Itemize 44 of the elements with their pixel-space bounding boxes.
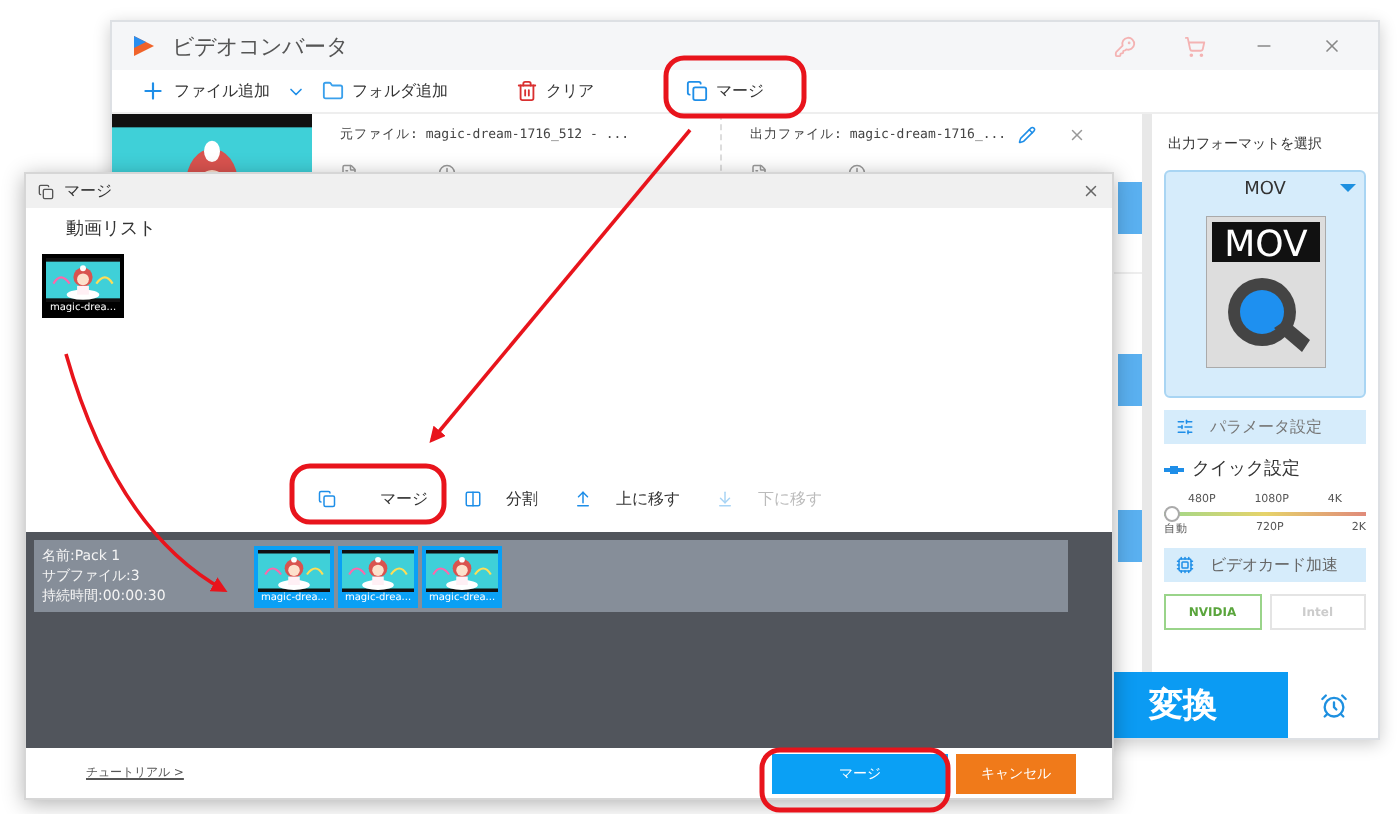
dropdown-caret-icon (1340, 184, 1356, 192)
key-icon (1114, 35, 1136, 57)
folder-icon (322, 80, 344, 102)
toolbar-button[interactable]: フォルダ追加 (314, 80, 456, 102)
action-button[interactable]: マージ (314, 482, 432, 516)
play-logo-icon (132, 34, 156, 58)
quality-slider[interactable] (1164, 506, 1366, 522)
action-button[interactable]: 分割 (460, 482, 542, 516)
slider-icon (1164, 465, 1184, 473)
highlight-ring (663, 55, 807, 119)
dialog-title: マージ (64, 180, 114, 202)
close-button[interactable] (1082, 182, 1100, 200)
format-icon-label: MOV (1223, 224, 1307, 266)
alarm-button[interactable] (1288, 672, 1378, 738)
quick-settings-heading: クイック設定 (1164, 456, 1366, 482)
quicktime-icon (1227, 278, 1309, 352)
format-name: MOV (1244, 180, 1286, 200)
slider-thumb[interactable] (1164, 506, 1180, 522)
merge-icon (686, 80, 708, 102)
merge-icon (38, 183, 54, 199)
download-icon (716, 490, 734, 508)
sliders-icon (1176, 418, 1194, 436)
side-tab[interactable] (1118, 182, 1142, 234)
action-button[interactable]: 上に移す (570, 482, 684, 516)
format-selector[interactable]: MOV MOV (1164, 170, 1366, 398)
toolbar-button[interactable]: クリア (508, 80, 602, 102)
gpu-acceleration-button[interactable]: ビデオカード加速 (1164, 548, 1366, 582)
toolbar-button[interactable]: マージ (678, 80, 772, 102)
close-icon (1322, 36, 1342, 56)
merge-icon (318, 490, 336, 508)
trash-icon (516, 80, 538, 102)
close-icon[interactable] (1068, 126, 1087, 144)
side-tab[interactable] (1118, 354, 1142, 406)
side-tab[interactable] (1118, 510, 1142, 562)
split-icon (464, 490, 482, 508)
alarm-clock-icon (1319, 691, 1347, 719)
toolbar-button[interactable]: ファイル追加 (132, 78, 278, 104)
plus-icon (140, 78, 166, 104)
chip-icon (1176, 556, 1194, 574)
upload-icon (574, 490, 592, 508)
window-title: ビデオコンバータ (172, 31, 350, 61)
parameter-settings-button[interactable]: パラメータ設定 (1164, 410, 1366, 444)
cart-icon (1184, 35, 1206, 57)
edit-icon[interactable] (1018, 126, 1037, 144)
